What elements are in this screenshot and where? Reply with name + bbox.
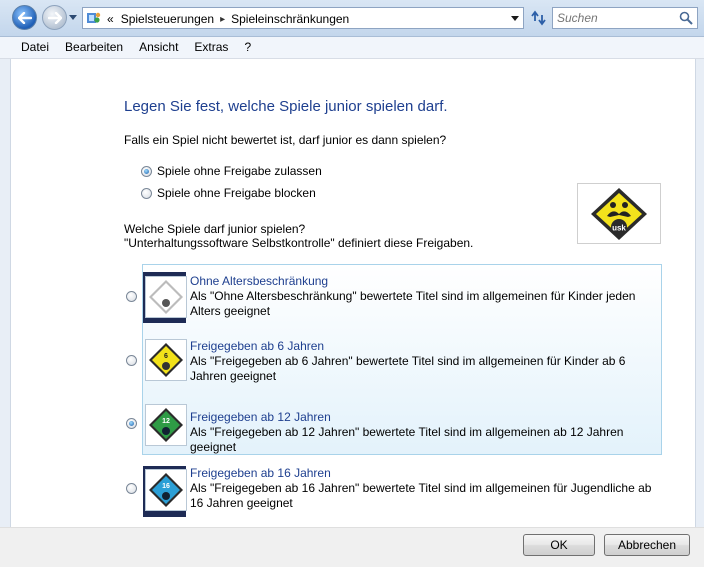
rating-2-description: Als "Freigegeben ab 12 Jahren" bewertete… [190,425,624,454]
menu-extras[interactable]: Extras [186,37,236,58]
search-input[interactable] [557,10,669,26]
usk-rating-0-icon [149,280,183,314]
usk-badge-1: 6 [145,339,187,381]
rating-option-1[interactable]: 6 Freigegeben ab 6 Jahren Als "Freigegeb… [0,337,700,397]
breadcrumb-overflow[interactable]: « [107,12,114,26]
radio-rating-2[interactable] [126,418,137,429]
usk-badge-3: 16 [145,469,187,511]
option-block-unrated-label[interactable]: Spiele ohne Freigabe blocken [157,186,316,200]
usk-logo-icon: usk [591,187,647,240]
radio-allow-unrated[interactable] [141,165,152,177]
usk-rating-6-icon: 6 [149,343,183,377]
recent-pages-dropdown[interactable] [69,12,77,22]
radio-rating-3[interactable] [126,483,137,494]
rating-1-age: 6 [164,353,168,360]
usk-rating-12-icon: 12 [149,408,183,442]
breadcrumb-spieleinschraenkungen[interactable]: Spieleinschränkungen [231,12,349,26]
rating-2-age: 12 [162,418,170,425]
address-toolbar: « Spielsteuerungen ▸ Spieleinschränkunge… [0,0,704,37]
refresh-icon[interactable] [527,8,549,28]
radio-rating-1[interactable] [126,355,137,366]
option-allow-unrated-label[interactable]: Spiele ohne Freigabe zulassen [157,164,322,178]
usk-rating-16-icon: 16 [149,473,183,507]
forward-arrow-icon [47,11,62,24]
breadcrumb-spielsteuerungen[interactable]: Spielsteuerungen [121,12,214,26]
rating-3-title[interactable]: Freigegeben ab 16 Jahren [190,466,331,480]
breadcrumb-separator[interactable]: ▸ [220,14,225,25]
radio-rating-0[interactable] [126,291,137,302]
usk-logo-text: usk [612,223,626,232]
dialog-button-bar [0,527,704,567]
menu-bearbeiten[interactable]: Bearbeiten [57,37,131,58]
menu-help[interactable]: ? [236,37,259,58]
usk-badge-2: 12 [145,404,187,446]
radio-block-unrated[interactable] [141,187,152,199]
rating-1-title[interactable]: Freigegeben ab 6 Jahren [190,339,324,353]
menu-bar: Datei Bearbeiten Ansicht Extras ? [0,37,704,59]
breadcrumb: « Spielsteuerungen ▸ Spieleinschränkunge… [107,11,349,27]
rating-2-title[interactable]: Freigegeben ab 12 Jahren [190,410,331,424]
menu-ansicht[interactable]: Ansicht [131,37,186,58]
rating-option-0[interactable]: Ohne Altersbeschränkung Als "Ohne Alters… [0,272,700,332]
rating-option-3[interactable]: 16 Freigegeben ab 16 Jahren Als "Freigeg… [0,465,700,525]
rating-0-description: Als "Ohne Altersbeschränkung" bewertete … [190,289,636,318]
rating-1-description: Als "Freigegeben ab 6 Jahren" bewertete … [190,354,626,383]
search-icon[interactable] [679,11,693,25]
menu-datei[interactable]: Datei [0,37,57,58]
rating-3-age: 16 [162,483,170,490]
parental-controls-icon [87,12,101,23]
unrated-question: Falls ein Spiel nicht bewertet ist, darf… [124,133,447,147]
rating-3-description: Als "Freigegeben ab 16 Jahren" bewertete… [190,481,652,510]
search-box[interactable] [552,7,698,29]
rating-note: "Unterhaltungssoftware Selbstkontrolle" … [124,236,474,250]
option-allow-unrated[interactable]: Spiele ohne Freigabe zulassen [141,164,322,178]
forward-button[interactable] [42,5,67,30]
address-bar[interactable]: « Spielsteuerungen ▸ Spieleinschränkunge… [82,7,524,29]
chevron-down-icon[interactable] [510,12,520,24]
back-arrow-icon [17,11,32,24]
ok-button[interactable]: OK [523,534,595,556]
rating-0-title[interactable]: Ohne Altersbeschränkung [190,274,328,288]
back-button[interactable] [12,5,37,30]
option-block-unrated[interactable]: Spiele ohne Freigabe blocken [141,186,316,200]
usk-badge-0 [145,276,187,318]
usk-logo: usk [577,183,661,244]
page-title: Legen Sie fest, welche Spiele junior spi… [124,98,448,115]
rating-option-2[interactable]: 12 Freigegeben ab 12 Jahren Als "Freigeg… [0,404,700,468]
rating-question: Welche Spiele darf junior spielen? [124,222,306,236]
cancel-button[interactable]: Abbrechen [604,534,690,556]
